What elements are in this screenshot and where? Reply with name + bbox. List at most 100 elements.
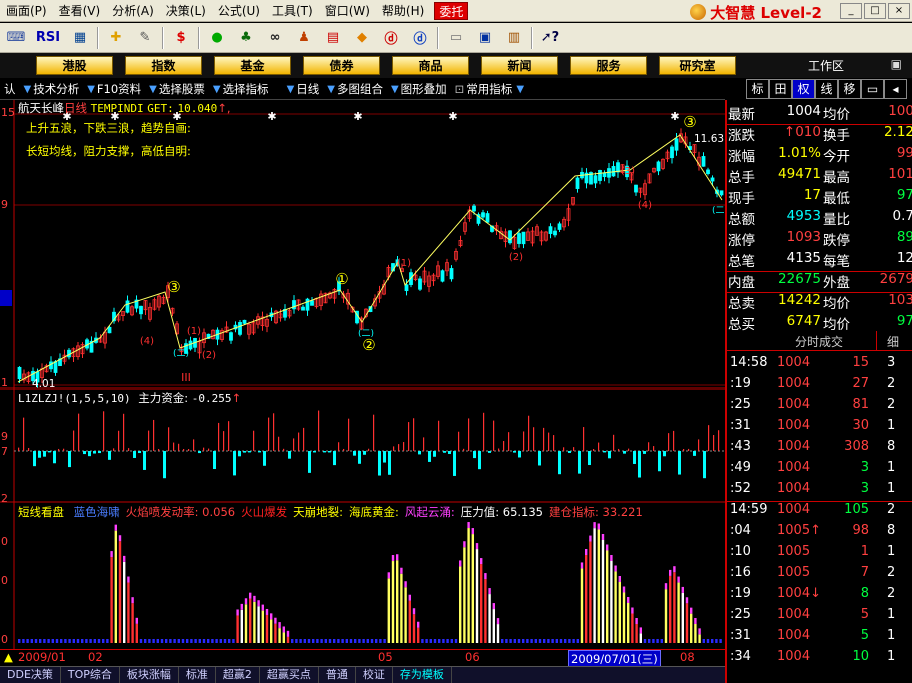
- binoculars-icon[interactable]: ∞: [263, 27, 287, 49]
- bar-signal: [114, 530, 117, 643]
- func-select-stock[interactable]: ▼ 选择股票: [145, 81, 209, 97]
- scroll-marker: [0, 290, 12, 306]
- btab-dde[interactable]: DDE决策: [0, 667, 61, 683]
- tick-header[interactable]: 分时成交 细: [727, 331, 912, 351]
- capital-flow-panel[interactable]: [0, 389, 725, 503]
- nav-service[interactable]: 服务: [570, 56, 647, 75]
- flow-bar: [548, 432, 550, 451]
- flow-bar: [463, 448, 465, 451]
- document-icon[interactable]: ▤: [321, 27, 345, 49]
- tick-row: 14:59 1004 105 2: [727, 502, 912, 523]
- btab-standard[interactable]: 标准: [179, 667, 216, 683]
- bar-tip: [622, 586, 626, 593]
- func-label: 选择股票: [158, 82, 205, 96]
- tab-box-icon[interactable]: ▭: [861, 79, 884, 99]
- func-confirm[interactable]: 认: [0, 81, 20, 97]
- short-line-panel[interactable]: [0, 503, 725, 649]
- diamond-icon[interactable]: ◆: [350, 27, 374, 49]
- bar-signal: [412, 614, 416, 643]
- nav-commodity[interactable]: 商品: [392, 56, 469, 75]
- func-select-indicator[interactable]: ▼ 选择指标: [209, 81, 273, 97]
- tick-header-label: 分时成交: [795, 335, 844, 349]
- btab-chaoying2[interactable]: 超赢2: [216, 667, 260, 683]
- candle-body: [418, 278, 422, 290]
- bar-blue: [39, 639, 42, 643]
- menu-trade[interactable]: 委托: [434, 1, 469, 20]
- ruler-icon[interactable]: ✎: [133, 27, 157, 49]
- nav-index[interactable]: 指数: [125, 56, 202, 75]
- btab-normal[interactable]: 普通: [319, 667, 356, 683]
- maximize-icon[interactable]: □: [864, 3, 886, 19]
- btab-verify[interactable]: 校证: [356, 667, 393, 683]
- nav-hk-stocks[interactable]: 港股: [36, 56, 113, 75]
- flow-bar: [333, 451, 336, 466]
- tick-detail-label[interactable]: 细: [887, 333, 899, 350]
- func-overlay[interactable]: ▼ 图形叠加: [387, 81, 451, 97]
- traffic-light-icon[interactable]: ●: [205, 27, 229, 49]
- bar-blue: [702, 639, 705, 643]
- btab-save-template[interactable]: 存为模板: [393, 667, 452, 683]
- clipboard-icon[interactable]: ▭: [444, 27, 468, 49]
- tab-rights[interactable]: 权: [792, 79, 815, 99]
- bar-blue: [148, 639, 151, 643]
- d-logo-blue-icon[interactable]: ⓓ: [408, 27, 432, 49]
- close-icon[interactable]: ×: [888, 3, 910, 19]
- help-pointer-icon[interactable]: ➚?: [538, 27, 562, 49]
- flow-bar: [528, 415, 530, 451]
- tab-left-icon[interactable]: ◂: [884, 79, 907, 99]
- menu-screen[interactable]: 画面(P): [0, 0, 53, 22]
- nav-fund[interactable]: 基金: [214, 56, 291, 75]
- btab-sector[interactable]: 板块涨幅: [120, 667, 179, 683]
- rsi-button[interactable]: RSI: [33, 27, 63, 49]
- btab-top[interactable]: TOP综合: [61, 667, 120, 683]
- tab-move[interactable]: 移: [838, 79, 861, 99]
- bar-signal: [610, 561, 613, 643]
- keyboard-icon[interactable]: ⌨: [4, 27, 28, 49]
- grid-icon[interactable]: ▦: [68, 27, 92, 49]
- flow-bar: [623, 451, 626, 454]
- btab-buy-point[interactable]: 超赢买点: [260, 667, 319, 683]
- quote-row: 总手 49471 最高 101: [727, 166, 912, 187]
- crosshair-icon[interactable]: ✚: [104, 27, 128, 49]
- flow-bar: [448, 451, 451, 454]
- d-logo-icon[interactable]: ⓓ: [379, 27, 403, 49]
- nav-news[interactable]: 新闻: [481, 56, 558, 75]
- tab-mark[interactable]: 标: [746, 79, 769, 99]
- dropdown-icon[interactable]: ▣: [891, 57, 902, 71]
- tree-icon[interactable]: ♣: [234, 27, 258, 49]
- tick-price: 1004: [777, 502, 811, 517]
- person-icon[interactable]: ♟: [292, 27, 316, 49]
- window-icon[interactable]: ▣: [473, 27, 497, 49]
- func-f10[interactable]: ▼ F10资料: [83, 81, 145, 97]
- menu-tools[interactable]: 工具(T): [266, 0, 319, 22]
- menu-formula[interactable]: 公式(U): [212, 0, 266, 22]
- chart-area[interactable]: ✱ ✱ ✱ ✱ ✱ ✱ ✱ ③ ① ② ③ (4) (2) (1) (1) (3) (4) (2) III (二) (二…: [0, 100, 725, 649]
- flow-bar: [48, 451, 51, 453]
- menu-decision[interactable]: 决策(L): [160, 0, 212, 22]
- func-daily[interactable]: ▼ 日线: [283, 81, 324, 97]
- func-tech-analysis[interactable]: ▼ 技术分析: [20, 81, 84, 97]
- flow-bar: [633, 451, 636, 464]
- tab-grid[interactable]: 田: [769, 79, 792, 99]
- flow-bar: [678, 451, 681, 475]
- dollar-icon[interactable]: $: [169, 27, 193, 49]
- bar-signal: [631, 613, 634, 643]
- bar-signal: [131, 603, 134, 643]
- sub2-legend-item: 天崩地裂:: [293, 505, 343, 519]
- bar-blue: [47, 639, 50, 643]
- bar-blue: [295, 639, 298, 643]
- func-multi-chart[interactable]: ▼ 多图组合: [323, 81, 387, 97]
- minimize-icon[interactable]: _: [840, 3, 862, 19]
- menu-analysis[interactable]: 分析(A): [106, 0, 160, 22]
- bar-blue: [291, 639, 294, 643]
- menu-help[interactable]: 帮助(H): [376, 0, 430, 22]
- nav-bond[interactable]: 债券: [303, 56, 380, 75]
- nav-research[interactable]: 研究室: [659, 56, 736, 75]
- books-icon[interactable]: ▥: [502, 27, 526, 49]
- menu-window[interactable]: 窗口(W): [319, 0, 376, 22]
- workarea-label[interactable]: 工作区: [808, 57, 844, 74]
- tab-line[interactable]: 线: [815, 79, 838, 99]
- func-common-indicator[interactable]: ⊡ 常用指标 ▼: [451, 81, 530, 97]
- menu-view[interactable]: 查看(V): [53, 0, 107, 22]
- bar-blue: [341, 639, 344, 643]
